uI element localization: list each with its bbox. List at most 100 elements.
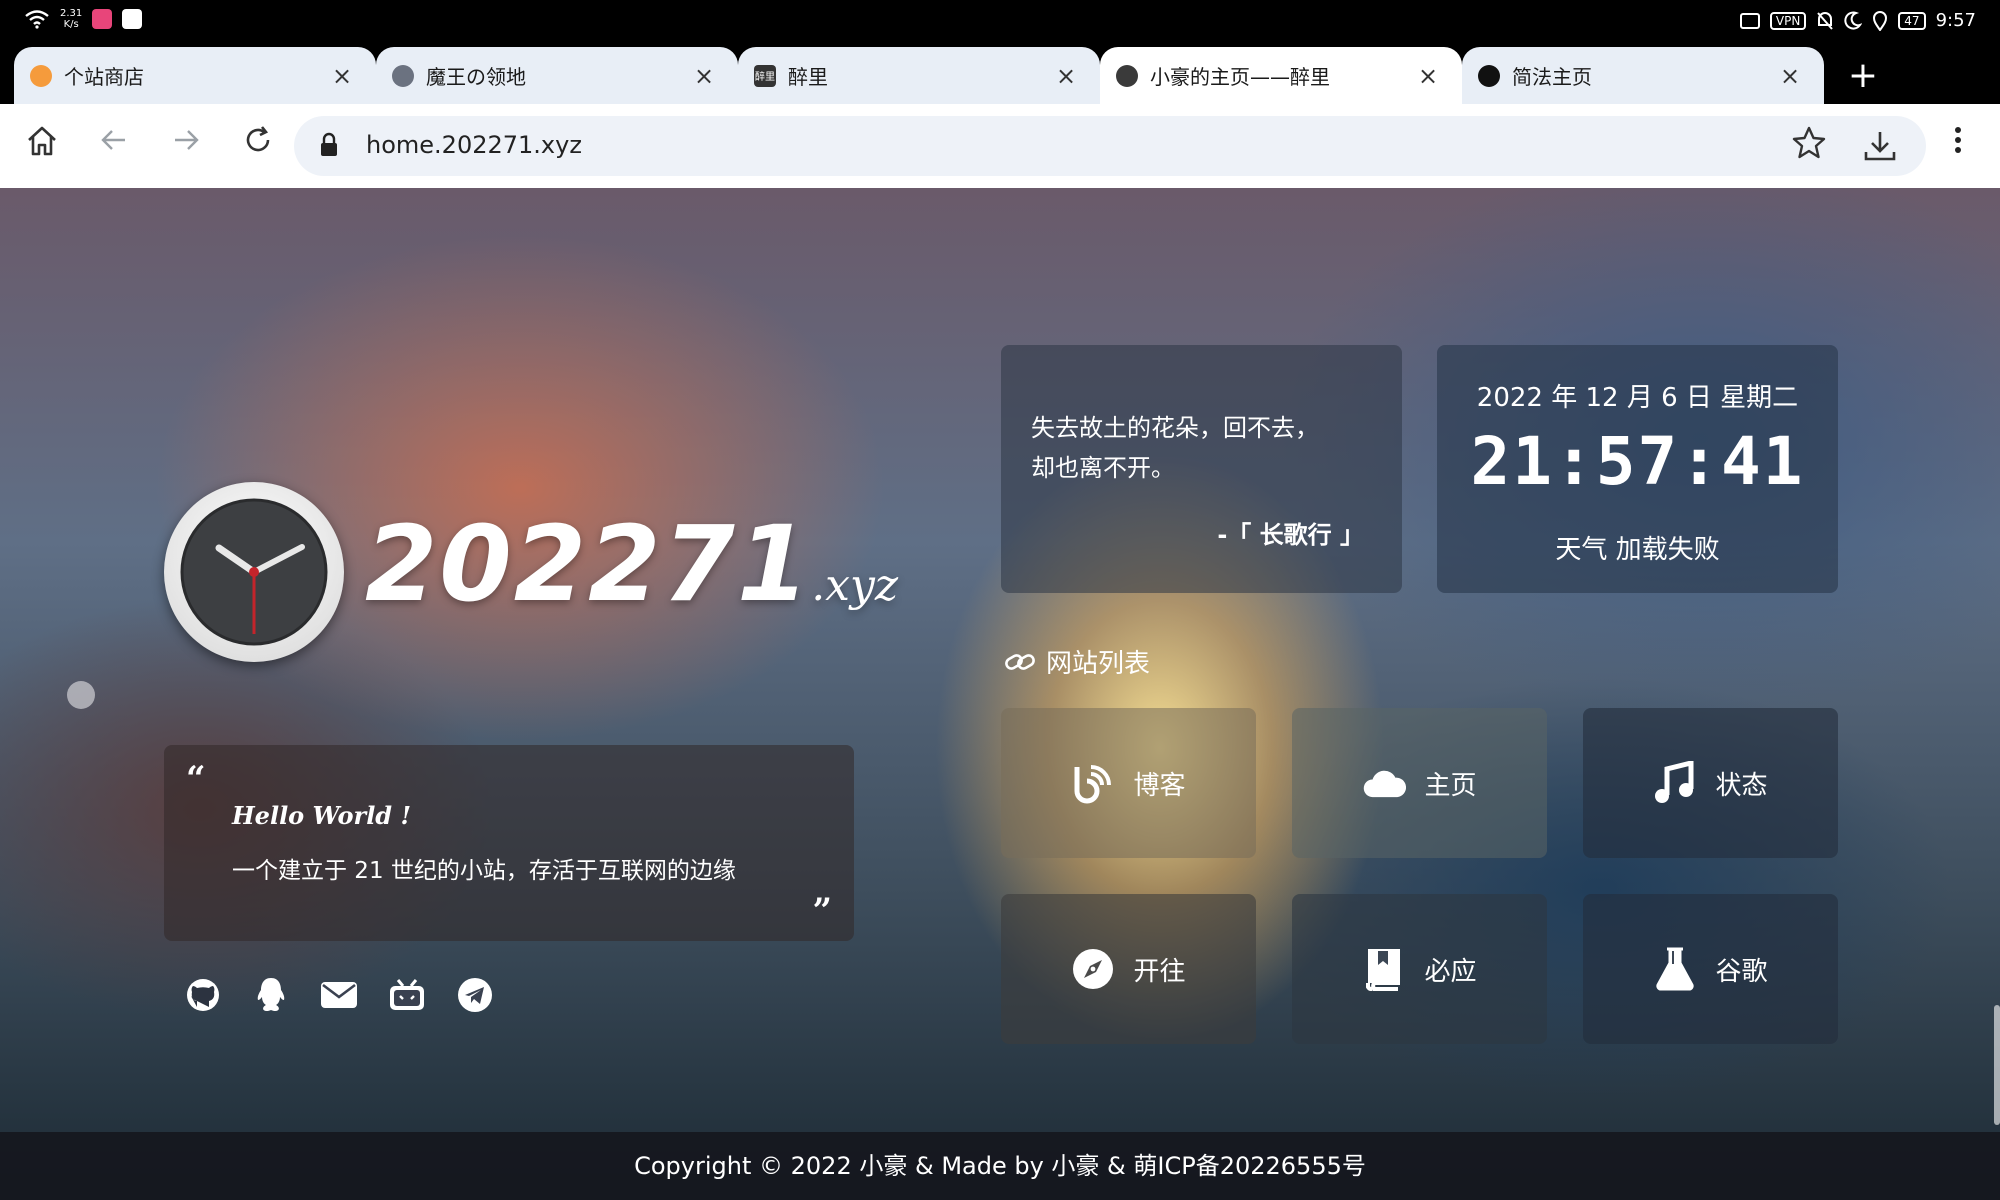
site-label: 状态 — [1715, 770, 1768, 801]
flask-icon — [1653, 947, 1697, 991]
browser-toolbar: home.202271.xyz — [0, 104, 2000, 188]
arrow-right-icon — [175, 130, 199, 150]
intro-card: “ Hello World ! 一个建立于 21 世纪的小站，存活于互联网的边缘… — [164, 745, 854, 941]
system-status-bar: 2.31 K/s VPN 47 9:57 — [0, 0, 2000, 44]
site-label: 主页 — [1424, 770, 1477, 801]
close-icon[interactable]: × — [1054, 62, 1078, 90]
shop-favicon-icon — [30, 64, 52, 87]
datetime-card: 2022 年 12 月 6 日 星期二 21:57:41 天气 加载失败 — [1437, 345, 1838, 593]
network-speed-unit: K/s — [63, 19, 79, 30]
site-button-status[interactable]: 状态 — [1583, 708, 1838, 858]
home-button[interactable] — [20, 124, 64, 168]
globe-favicon-icon — [392, 64, 414, 87]
web-page: 202271.xyz “ Hello World ! 一个建立于 21 世纪的小… — [0, 188, 2000, 1200]
moon-icon — [1844, 11, 1863, 29]
tab-xiaohao-home[interactable]: 小豪的主页——醉里 × — [1100, 47, 1462, 104]
site-button-travellings[interactable]: 开往 — [1001, 894, 1256, 1044]
tab-title: 醉里 — [788, 65, 828, 89]
clock-logo-icon — [164, 482, 344, 662]
email-link[interactable] — [320, 976, 358, 1014]
battery-icon: 47 — [1898, 11, 1926, 30]
tab-demon-realm[interactable]: 魔王の领地 × — [376, 47, 738, 104]
more-menu-button[interactable] — [1936, 124, 1980, 168]
reload-icon — [246, 126, 270, 152]
blog-icon — [1071, 761, 1115, 805]
close-icon[interactable]: × — [1778, 62, 1802, 90]
network-speed-value: 2.31 — [60, 8, 83, 19]
reading-mode-icon — [1739, 12, 1760, 29]
jianfa-favicon-icon — [1478, 64, 1500, 87]
download-icon[interactable] — [1860, 126, 1900, 166]
music-icon — [1653, 761, 1697, 805]
mail-icon — [321, 982, 357, 1008]
clock-time: 9:57 — [1935, 10, 1976, 31]
site-button-bing[interactable]: 必应 — [1292, 894, 1547, 1044]
book-icon — [1362, 947, 1406, 991]
site-label: 开往 — [1133, 956, 1186, 987]
link-icon — [1005, 653, 1035, 670]
time-text: 21:57:41 — [1470, 423, 1805, 500]
site-button-home[interactable]: 主页 — [1292, 708, 1547, 858]
scrollbar-thumb[interactable] — [1994, 1005, 2000, 1125]
weather-text: 天气 加载失败 — [1555, 535, 1720, 565]
lock-icon — [321, 132, 337, 156]
reload-button[interactable] — [236, 124, 280, 168]
address-bar[interactable]: home.202271.xyz — [294, 116, 1926, 176]
mute-bell-icon — [1817, 11, 1834, 30]
close-icon[interactable]: × — [1416, 62, 1440, 90]
tab-zuili[interactable]: 醉里 醉里 × — [738, 47, 1100, 104]
tab-jianfa-home[interactable]: 简法主页 × — [1462, 47, 1824, 104]
status-left: 2.31 K/s — [24, 8, 143, 30]
qq-link[interactable] — [252, 976, 290, 1014]
logo-tld: .xyz — [811, 560, 899, 611]
tab-title: 个站商店 — [64, 65, 144, 89]
intro-title: Hello World ! — [232, 801, 411, 830]
back-button[interactable] — [92, 124, 136, 168]
close-icon[interactable]: × — [692, 62, 716, 90]
site-logo-text: 202271.xyz — [365, 503, 898, 625]
floating-dot[interactable] — [67, 681, 95, 709]
poem-card: 失去故土的花朵，回不去， 却也离不开。 -「 长歌行 」 — [1001, 345, 1402, 593]
clock-favicon-icon — [1116, 64, 1138, 87]
site-list-heading: 网站列表 — [1004, 643, 1150, 680]
site-label: 博客 — [1133, 770, 1186, 801]
location-icon — [1873, 10, 1888, 31]
qq-icon — [257, 978, 285, 1011]
tab-title: 魔王の领地 — [426, 65, 526, 89]
wifi-icon — [25, 10, 49, 29]
bookmark-star-icon[interactable] — [1790, 124, 1828, 162]
telegram-link[interactable] — [456, 976, 494, 1014]
poem-line: 失去故土的花朵，回不去， — [1031, 414, 1319, 442]
app-notification-icon — [122, 9, 143, 29]
site-button-google[interactable]: 谷歌 — [1583, 894, 1838, 1044]
arrow-left-icon — [101, 130, 125, 150]
site-button-blog[interactable]: 博客 — [1001, 708, 1256, 858]
social-links — [184, 976, 494, 1014]
quote-close: ” — [812, 891, 832, 931]
home-icon — [28, 126, 56, 156]
tab-title: 简法主页 — [1512, 65, 1592, 89]
site-list-title: 网站列表 — [1046, 649, 1151, 679]
telegram-icon — [458, 978, 492, 1012]
close-icon[interactable]: × — [330, 62, 354, 90]
new-tab-button[interactable]: + — [1840, 54, 1886, 100]
github-link[interactable] — [184, 976, 222, 1014]
page-footer: Copyright © 2022 小豪 & Made by 小豪 & 萌ICP备… — [0, 1132, 2000, 1200]
status-right: VPN 47 9:57 — [1739, 10, 1976, 31]
zuili-favicon-icon: 醉里 — [754, 64, 776, 87]
tab-shop[interactable]: 个站商店 × — [14, 47, 376, 104]
github-icon — [187, 979, 219, 1011]
url-text[interactable]: home.202271.xyz — [366, 131, 582, 159]
forward-button[interactable] — [164, 124, 208, 168]
more-vertical-icon — [1955, 127, 1961, 153]
cloud-icon — [1362, 761, 1407, 805]
bilibili-icon — [390, 979, 424, 1010]
logo-main: 202271 — [365, 503, 812, 625]
network-speed: 2.31 K/s — [60, 8, 82, 30]
compass-icon — [1071, 947, 1115, 991]
tab-title: 小豪的主页——醉里 — [1150, 65, 1330, 89]
date-text: 2022 年 12 月 6 日 星期二 — [1476, 383, 1799, 413]
poem-text: 失去故土的花朵，回不去， 却也离不开。 — [1031, 408, 1371, 488]
site-label: 必应 — [1424, 956, 1477, 987]
bilibili-link[interactable] — [388, 976, 426, 1014]
